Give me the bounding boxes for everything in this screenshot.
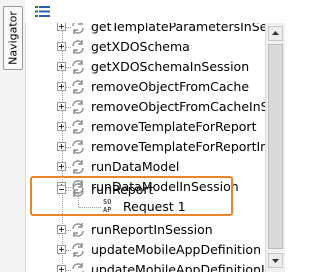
tree-item-label: removeObjectFromCache [91,79,250,94]
scroll-down-button[interactable] [268,253,283,268]
tree-item[interactable]: removeTemplateForReport [25,117,265,137]
operation-refresh-icon [72,60,84,74]
operation-refresh-icon [72,160,84,174]
operation-refresh-icon [72,243,84,257]
navigator-toolbar [25,0,285,23]
operation-refresh-icon [72,80,84,94]
scrollbar-thumb[interactable] [268,44,283,249]
navigator-tab[interactable]: Navigator [3,6,23,70]
tree-item[interactable]: runReportInSession [25,220,265,240]
tree-item-label: getXDOSchema [91,39,190,54]
operation-refresh-icon [72,23,84,34]
operation-refresh-icon [72,140,84,154]
tree-item[interactable]: removeObjectFromCache [25,77,265,97]
tree-item[interactable]: removeTemplateForReportInSession [25,137,265,157]
tree-item-label: getTemplateParametersInSession [91,23,265,34]
tree-item-label: runReportInSession [91,222,213,237]
operation-refresh-icon [72,223,84,237]
tree-item-label: Request 1 [123,199,186,214]
tree-item[interactable]: getTemplateParametersInSession [25,23,265,37]
expand-icon[interactable] [57,42,66,51]
operation-refresh-icon [72,100,84,114]
soap-request-icon: SO AP [103,198,112,214]
tree-item-label: getXDOSchemaInSession [91,59,250,74]
tree-connector [79,207,101,208]
expand-icon[interactable] [57,23,66,31]
expand-icon[interactable] [57,142,66,151]
collapse-icon[interactable] [57,185,66,194]
operation-refresh-icon [72,120,84,134]
tree-item-label: removeObjectFromCacheInSession [91,99,265,114]
tree-item-label: removeTemplateForReportInSession [91,139,265,154]
tree-child-request[interactable]: SO AP Request 1 [25,193,265,217]
tree-item-label: updateMobileAppDefinition [91,242,261,257]
scroll-up-button[interactable] [268,26,283,41]
arrow-down-icon [272,259,279,263]
tree-item-label: updateMobileAppDefinitionInSession [91,262,265,272]
tree-item-label: removeTemplateForReport [91,119,257,134]
expand-icon[interactable] [57,62,66,71]
tree-item[interactable]: getXDOSchemaInSession [25,57,265,77]
tree-item-label: runDataModel [91,159,180,174]
operation-refresh-icon [72,263,84,272]
tree-item[interactable]: runDataModel [25,157,265,177]
tree-item[interactable]: getXDOSchema [25,37,265,57]
tree-view-icon[interactable] [35,5,51,18]
tree-guide-line [78,193,79,207]
navigator-tab-label: Navigator [6,11,20,65]
expand-icon[interactable] [57,225,66,234]
navigator-side-panel: Navigator [0,0,26,272]
operations-tree: getTemplateParametersInSession getXDOSch… [25,23,265,272]
expand-icon[interactable] [57,245,66,254]
expand-icon[interactable] [57,102,66,111]
operation-refresh-icon [72,40,84,54]
tree-item-label: runReport [91,182,154,197]
expand-icon[interactable] [57,122,66,131]
vertical-scrollbar[interactable] [265,23,285,272]
tree-item[interactable]: updateMobileAppDefinitionInSession [25,260,265,272]
expand-icon[interactable] [57,82,66,91]
expand-icon[interactable] [57,162,66,171]
tree-item[interactable]: removeObjectFromCacheInSession [25,97,265,117]
expand-icon[interactable] [57,265,66,272]
arrow-up-icon [272,31,279,35]
tree-item[interactable]: updateMobileAppDefinition [25,240,265,260]
